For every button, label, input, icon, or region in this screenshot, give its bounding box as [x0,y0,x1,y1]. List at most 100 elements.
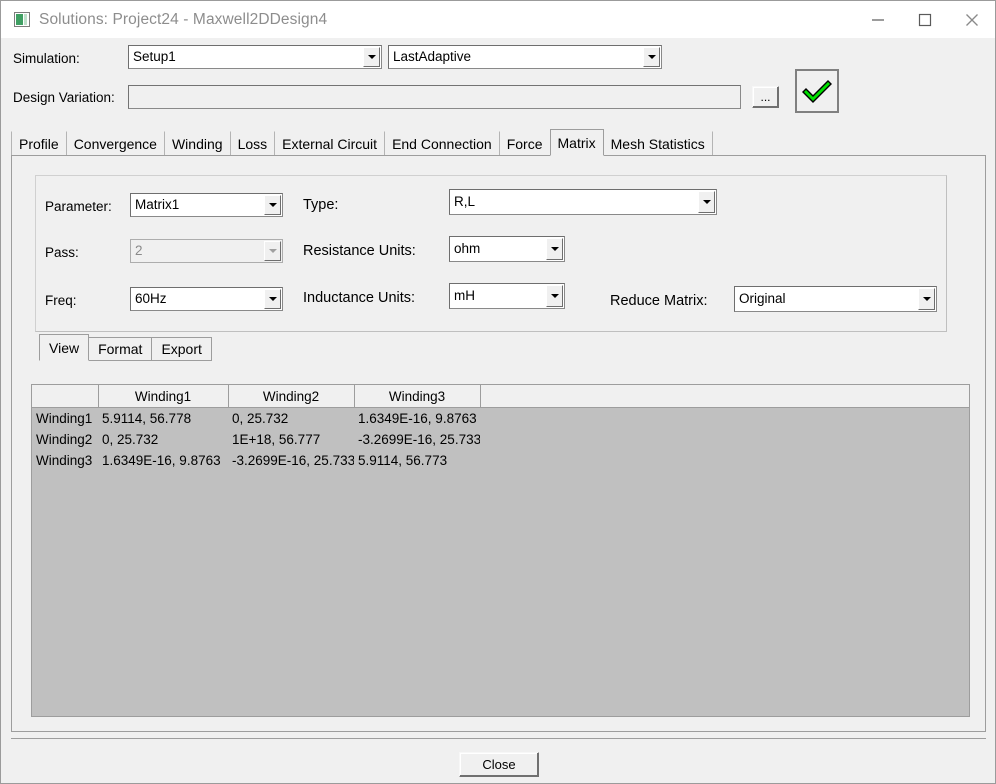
chevron-down-icon[interactable] [643,47,660,67]
freq-label: Freq: [45,293,77,308]
parameter-dropdown[interactable]: Matrix1 [130,193,283,217]
chevron-down-icon[interactable] [546,238,563,260]
cell-w3-w3: 5.9114, 56.773 [354,450,480,471]
subtab-export[interactable]: Export [151,337,212,361]
tab-label: Profile [19,136,59,152]
parameter-dropdown-value: Matrix1 [135,198,180,212]
minimize-button[interactable] [854,1,901,38]
setup-dropdown[interactable]: Setup1 [128,45,382,69]
cell-w2-w3: -3.2699E-16, 25.733 [354,429,480,450]
matrix-view-tabs: View Format Export [39,334,212,361]
solution-dropdown[interactable]: LastAdaptive [388,45,662,69]
parameter-label: Parameter: [45,199,112,214]
inductance-units-dropdown[interactable]: mH [449,283,565,309]
chevron-down-icon[interactable] [698,191,715,213]
design-variation-label: Design Variation: [13,90,115,105]
subtab-view[interactable]: View [39,334,90,361]
cell-w2-w1: 0, 25.732 [98,429,228,450]
cell-w1-w3: 1.6349E-16, 9.8763 [354,407,480,429]
tab-winding[interactable]: Winding [163,131,231,156]
resistance-units-value: ohm [454,242,481,256]
chevron-down-icon[interactable] [264,289,281,309]
tab-profile[interactable]: Profile [11,131,67,156]
simulation-label: Simulation: [13,51,80,66]
table-row[interactable]: Winding2 0, 25.732 1E+18, 56.777 -3.2699… [32,429,969,450]
chevron-down-icon[interactable] [546,285,563,307]
tab-matrix[interactable]: Matrix [549,129,604,156]
tab-label: Winding [171,136,223,152]
subtab-label: Export [161,341,202,357]
minimize-icon [871,18,884,21]
apply-button[interactable] [795,69,839,113]
tab-mesh-statistics[interactable]: Mesh Statistics [602,131,713,156]
row-label-winding1: Winding1 [32,407,98,429]
close-button-label: Close [482,757,516,772]
chevron-down-icon[interactable] [363,47,380,67]
tab-loss[interactable]: Loss [229,131,276,156]
table-header-winding3[interactable]: Winding3 [354,385,481,408]
table-header-row: Winding1 Winding2 Winding3 [32,385,969,408]
window-controls [854,1,995,38]
window-title: Solutions: Project24 - Maxwell2DDesign4 [39,10,328,28]
close-button[interactable] [948,1,995,38]
resistance-units-label: Resistance Units: [303,243,416,259]
maximize-button[interactable] [901,1,948,38]
subtab-label: View [49,339,80,356]
row-label-winding3: Winding3 [32,450,98,471]
close-button-footer[interactable]: Close [459,752,539,777]
browse-variation-button[interactable]: ... [752,86,779,108]
matrix-table-panel[interactable]: Winding1 Winding2 Winding3 Winding1 5.91… [31,384,970,717]
pass-dropdown: 2 [130,239,283,263]
setup-dropdown-value: Setup1 [133,50,176,64]
type-dropdown[interactable]: R,L [449,189,717,215]
solution-dropdown-value: LastAdaptive [393,50,472,64]
cell-w1-filler [480,407,969,429]
tab-label: End Connection [392,136,492,152]
matrix-table: Winding1 Winding2 Winding3 Winding1 5.91… [32,385,969,471]
tab-label: Loss [237,136,268,152]
pass-label: Pass: [45,245,79,260]
tab-label: Force [506,136,543,152]
reduce-matrix-dropdown[interactable]: Original [734,286,937,312]
tab-label: Matrix [557,134,596,151]
design-variation-input[interactable] [128,85,741,109]
tab-external-circuit[interactable]: External Circuit [274,131,386,156]
table-header-filler [480,385,969,408]
cell-w1-w1: 5.9114, 56.778 [98,407,228,429]
tab-label: Convergence [73,136,157,152]
chevron-down-icon[interactable] [264,195,281,215]
table-header-winding1[interactable]: Winding1 [98,385,229,408]
tab-label: Mesh Statistics [610,136,705,152]
tab-convergence[interactable]: Convergence [65,131,165,156]
freq-dropdown-value: 60Hz [135,292,167,306]
inductance-units-value: mH [454,289,475,303]
maximize-icon [918,13,931,26]
solutions-dialog: Solutions: Project24 - Maxwell2DDesign4 [0,0,996,784]
pass-dropdown-value: 2 [135,244,143,258]
table-row[interactable]: Winding3 1.6349E-16, 9.8763 -3.2699E-16,… [32,450,969,471]
table-corner-header [32,385,99,408]
type-dropdown-value: R,L [454,195,476,209]
footer-divider [11,738,986,739]
cell-w3-w1: 1.6349E-16, 9.8763 [98,450,228,471]
maxwell-solutions-icon [14,12,30,27]
reduce-matrix-value: Original [739,292,786,306]
cell-w3-filler [480,450,969,471]
cell-w3-w2: -3.2699E-16, 25.733 [228,450,354,471]
resistance-units-dropdown[interactable]: ohm [449,236,565,262]
chevron-down-icon[interactable] [918,288,935,310]
title-bar: Solutions: Project24 - Maxwell2DDesign4 [1,1,995,38]
row-label-winding2: Winding2 [32,429,98,450]
cell-w1-w2: 0, 25.732 [228,407,354,429]
type-label: Type: [303,197,339,213]
cell-w2-filler [480,429,969,450]
subtab-label: Format [98,341,143,357]
table-header-winding2[interactable]: Winding2 [228,385,355,408]
chevron-down-icon [264,241,281,261]
freq-dropdown[interactable]: 60Hz [130,287,283,311]
table-row[interactable]: Winding1 5.9114, 56.778 0, 25.732 1.6349… [32,407,969,429]
reduce-matrix-label: Reduce Matrix: [610,293,708,309]
tab-end-connection[interactable]: End Connection [384,131,500,156]
tab-force[interactable]: Force [498,131,551,156]
subtab-format[interactable]: Format [88,337,153,361]
